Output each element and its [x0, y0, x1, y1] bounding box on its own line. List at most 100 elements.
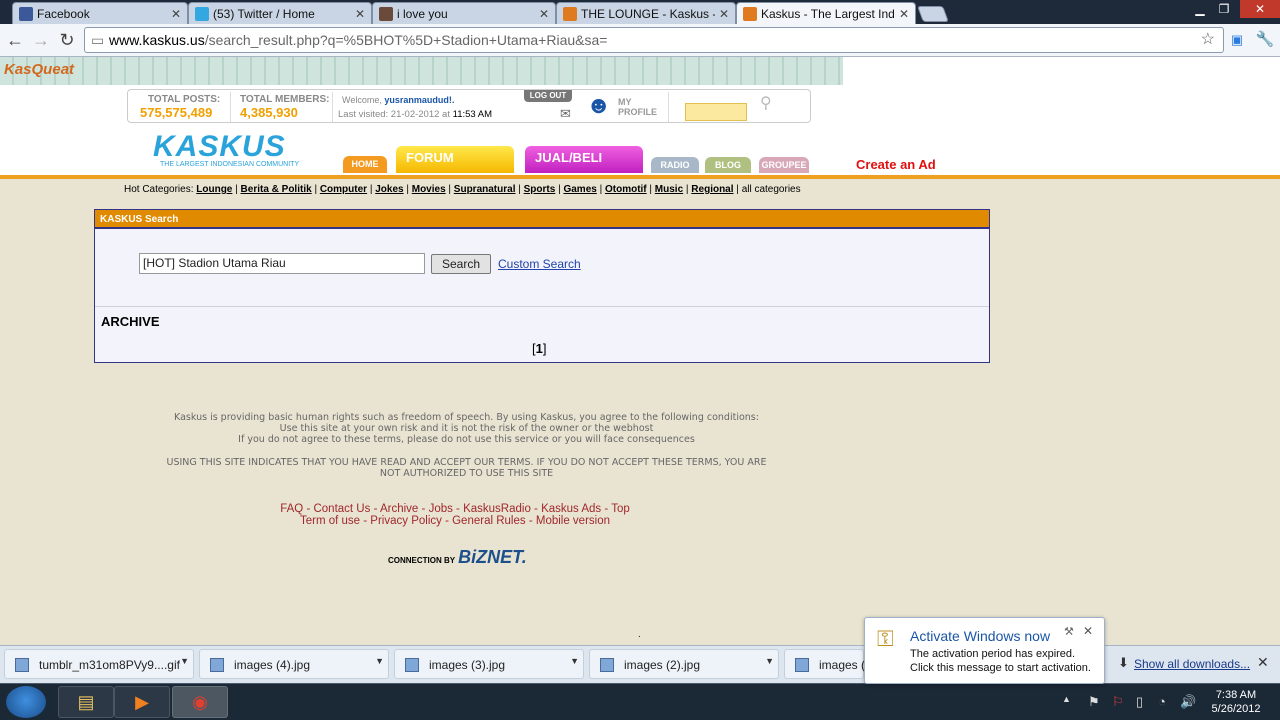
tab-twitter[interactable]: (53) Twitter / Home ✕ — [188, 2, 372, 24]
tab-close-icon[interactable]: ✕ — [539, 7, 549, 21]
kaskus-radio-link[interactable]: KaskusRadio — [463, 503, 531, 515]
faq-link[interactable]: FAQ — [280, 503, 303, 515]
tab-close-icon[interactable]: ✕ — [899, 7, 909, 21]
new-tab-button[interactable] — [917, 6, 949, 22]
activate-windows-balloon[interactable]: ⚿ Activate Windows now ⚒ ✕ The activatio… — [864, 617, 1105, 684]
file-icon — [15, 658, 29, 672]
download-item[interactable]: images (1 — [784, 649, 872, 679]
download-item[interactable]: tumblr_m31om8PVy9....gif ▼ — [4, 649, 194, 679]
search-icon[interactable]: ⚲ — [760, 93, 772, 113]
category-link[interactable]: Otomotif — [605, 184, 647, 195]
archive-heading: ARCHIVE — [101, 314, 160, 329]
tab-close-icon[interactable]: ✕ — [171, 7, 181, 21]
chevron-down-icon[interactable]: ▼ — [180, 656, 189, 666]
page-number[interactable]: 1 — [536, 341, 543, 356]
taskbar-media-player[interactable]: ▶ — [114, 686, 170, 718]
nav-forum[interactable]: FORUM — [396, 146, 514, 173]
close-balloon-button[interactable]: ✕ — [1083, 624, 1093, 638]
volume-icon[interactable]: 🔊 — [1180, 694, 1196, 710]
jobs-link[interactable]: Jobs — [429, 503, 453, 515]
top-link[interactable]: Top — [611, 503, 630, 515]
tab-close-icon[interactable]: ✕ — [719, 7, 729, 21]
category-link[interactable]: Lounge — [196, 184, 232, 195]
close-window-button[interactable]: ✕ — [1240, 0, 1280, 18]
general-rules-link[interactable]: General Rules — [452, 515, 526, 527]
start-button[interactable] — [6, 686, 46, 718]
options-icon[interactable]: ⚒ — [1064, 625, 1074, 638]
wrench-menu-icon[interactable]: 🔧 — [1254, 29, 1276, 51]
kaskus-ads-link[interactable]: Kaskus Ads — [541, 503, 601, 515]
wifi-icon[interactable]: ◔ — [1158, 694, 1166, 709]
download-item[interactable]: images (3).jpg ▼ — [394, 649, 584, 679]
kaskus-logo[interactable]: KASKUS — [153, 130, 286, 164]
category-link[interactable]: Movies — [412, 184, 446, 195]
address-bar[interactable]: ▭ www.kaskus.us/search_result.php?q=%5BH… — [84, 27, 1224, 53]
search-query-input[interactable]: [HOT] Stadion Utama Riau — [139, 253, 425, 274]
battery-icon[interactable]: ▯ — [1136, 694, 1143, 710]
chevron-down-icon[interactable]: ▼ — [375, 656, 384, 666]
archive-link[interactable]: Archive — [380, 503, 418, 515]
download-filename: tumblr_m31om8PVy9....gif — [39, 658, 180, 672]
search-button[interactable]: Search — [431, 254, 491, 274]
hot-categories-bar: Hot Categories: Lounge | Berita & Politi… — [0, 175, 1280, 201]
divider — [668, 92, 669, 122]
custom-search-link[interactable]: Custom Search — [498, 257, 581, 271]
tab-i-love-you[interactable]: i love you ✕ — [372, 2, 556, 24]
back-arrow-icon[interactable]: ← — [4, 29, 26, 51]
chevron-down-icon[interactable]: ▼ — [765, 656, 774, 666]
biznet-logo[interactable]: BiZNET. — [458, 547, 527, 567]
category-link[interactable]: Jokes — [375, 184, 403, 195]
all-categories-link[interactable]: all categories — [742, 184, 801, 195]
mobile-version-link[interactable]: Mobile version — [536, 515, 610, 527]
url-path: /search_result.php?q=%5BHOT%5D+Stadion+U… — [204, 32, 608, 48]
taskbar-clock[interactable]: 7:38 AM 5/26/2012 — [1200, 688, 1272, 716]
bookmark-star-icon[interactable]: ☆ — [1201, 28, 1215, 52]
reload-icon[interactable]: ↻ — [56, 29, 78, 51]
category-link[interactable]: Music — [655, 184, 683, 195]
mail-icon[interactable]: ✉ — [560, 106, 571, 122]
header-search-input[interactable] — [685, 103, 747, 121]
category-link[interactable]: Supranatural — [454, 184, 516, 195]
term-of-use-link[interactable]: Term of use — [300, 515, 360, 527]
logout-button[interactable]: LOG OUT — [524, 90, 572, 102]
download-item[interactable]: images (2).jpg ▼ — [589, 649, 779, 679]
tab-the-lounge[interactable]: THE LOUNGE - Kaskus - The ✕ — [556, 2, 736, 24]
category-link[interactable]: Sports — [524, 184, 556, 195]
contact-us-link[interactable]: Contact Us — [313, 503, 370, 515]
action-center-icon[interactable]: ⚐ — [1112, 694, 1124, 710]
file-icon — [795, 658, 809, 672]
close-downloads-bar-icon[interactable]: ✕ — [1257, 654, 1269, 671]
taskbar-explorer[interactable]: ▤ — [58, 686, 114, 718]
nav-home[interactable]: HOME — [343, 156, 387, 173]
restore-button[interactable]: ❐ — [1210, 0, 1238, 18]
footer-dot: . — [638, 629, 641, 640]
download-item[interactable]: images (4).jpg ▼ — [199, 649, 389, 679]
tab-facebook[interactable]: Facebook ✕ — [12, 2, 188, 24]
tab-close-icon[interactable]: ✕ — [355, 7, 365, 21]
forward-arrow-icon[interactable]: → — [30, 29, 52, 51]
nav-radio[interactable]: RADIO — [651, 157, 699, 173]
category-link[interactable]: Regional — [691, 184, 733, 195]
show-all-downloads-link[interactable]: Show all downloads... — [1134, 657, 1250, 671]
kasqueat-logo[interactable]: KasQueat — [4, 61, 74, 78]
taskbar-chrome[interactable]: ◉ — [172, 686, 228, 718]
show-hidden-icons-icon[interactable]: ▲ — [1062, 694, 1071, 704]
username-link[interactable]: yusranmaudud!. — [384, 95, 454, 105]
nav-blog[interactable]: BLOG — [705, 157, 751, 173]
category-link[interactable]: Berita & Politik — [241, 184, 312, 195]
nav-jual-beli[interactable]: JUAL/BELI — [525, 146, 643, 173]
welcome-text: Welcome, yusranmaudud!. — [342, 95, 454, 105]
chevron-down-icon[interactable]: ▼ — [570, 656, 579, 666]
network-icon[interactable]: ⚑ — [1088, 694, 1100, 710]
profile-avatar-icon[interactable]: ☻ — [586, 92, 611, 120]
privacy-policy-link[interactable]: Privacy Policy — [370, 515, 442, 527]
my-profile-link[interactable]: MY PROFILE — [618, 97, 657, 117]
footer-disclaimer-1: Kaskus is providing basic human rights s… — [174, 412, 759, 423]
category-link[interactable]: Computer — [320, 184, 367, 195]
nav-groupee[interactable]: GROUPEE — [759, 157, 809, 173]
extension-icon[interactable]: ▣ — [1226, 29, 1248, 51]
footer-links-row-2: Term of use - Privacy Policy - General R… — [299, 515, 611, 527]
tab-kaskus-search[interactable]: Kaskus - The Largest Indone ✕ — [736, 2, 916, 24]
category-link[interactable]: Games — [563, 184, 596, 195]
create-ad-link[interactable]: Create an Ad — [856, 157, 936, 172]
